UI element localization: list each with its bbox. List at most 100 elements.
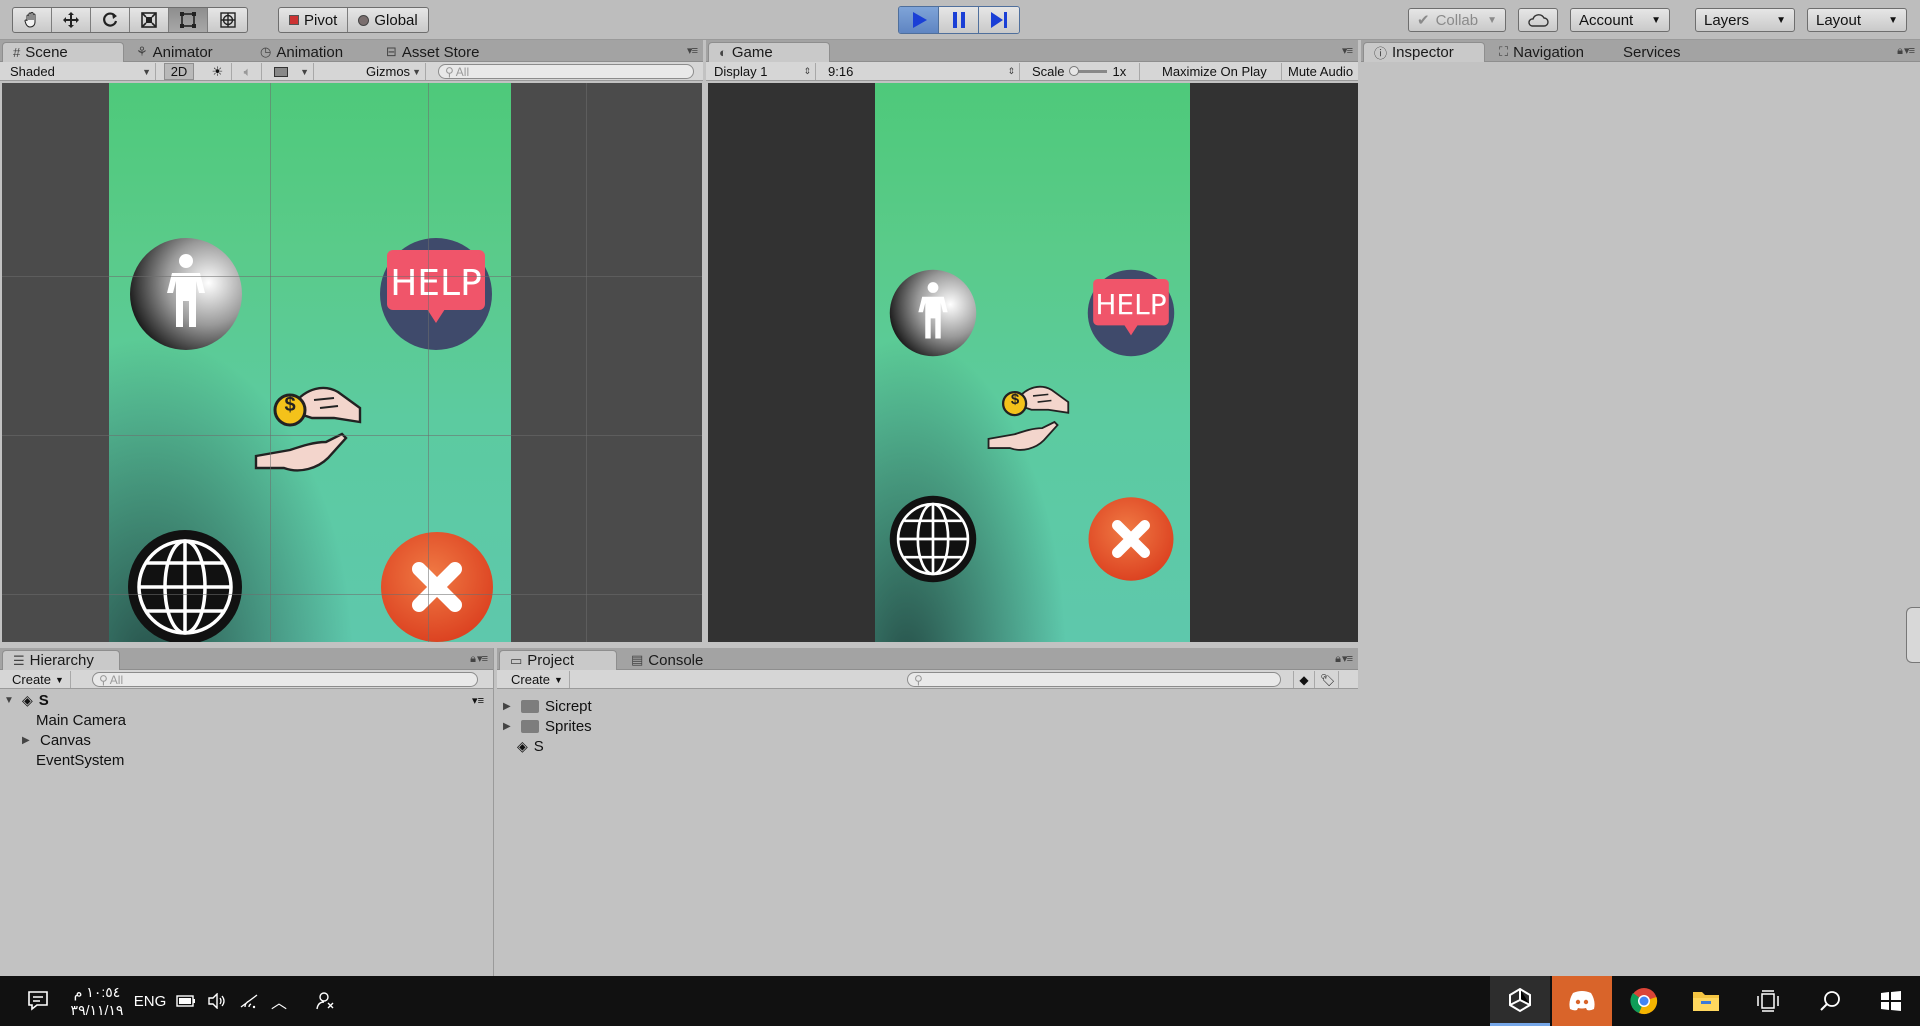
display-dropdown[interactable]: Display 1 ⇕	[710, 63, 816, 80]
transform-tool-button[interactable]	[208, 8, 247, 32]
hierarchy-search-input[interactable]: ⚲ All	[92, 672, 478, 687]
toggle-2d-button[interactable]: 2D	[164, 63, 194, 80]
account-dropdown[interactable]: Account ▼	[1570, 8, 1670, 32]
lock-menu-icon[interactable]: 🔒︎ ▾≡	[470, 652, 488, 666]
notification-icon[interactable]	[18, 976, 58, 1026]
person-icon[interactable]	[129, 237, 243, 351]
expand-triangle-icon[interactable]: ▶	[22, 735, 34, 746]
wifi-icon[interactable]	[236, 976, 262, 1026]
tab-animation[interactable]: ◷ Animation	[250, 42, 353, 62]
pivot-button[interactable]: Pivot	[279, 8, 349, 32]
collab-label: Collab	[1435, 11, 1479, 29]
globe-icon[interactable]	[127, 529, 243, 642]
rect-tool-button[interactable]	[169, 8, 208, 32]
grid-line	[2, 435, 702, 436]
panel-menu-icon[interactable]: ▾≡	[1342, 44, 1353, 57]
expand-triangle-icon[interactable]: ▶	[503, 701, 515, 712]
hierarchy-item-eventsystem[interactable]: EventSystem	[36, 752, 124, 769]
chevron-up-icon[interactable]: ︿	[266, 976, 292, 1026]
expand-triangle-icon[interactable]: ▶	[503, 721, 515, 732]
donate-icon[interactable]: $	[254, 378, 374, 490]
project-item-scene[interactable]: ◈ S	[517, 738, 544, 755]
help-button[interactable]: HELP	[379, 237, 493, 351]
lock-menu-icon[interactable]: 🔒︎ ▾≡	[1335, 652, 1353, 666]
layout-dropdown[interactable]: Layout ▼	[1807, 8, 1907, 32]
expand-triangle-icon[interactable]: ▼	[4, 695, 16, 706]
people-icon[interactable]	[310, 976, 340, 1026]
tab-game[interactable]: ◐ Game	[708, 42, 830, 62]
slider-thumb[interactable]	[1068, 66, 1079, 76]
folder-icon: ▭	[510, 652, 523, 668]
hierarchy-item-canvas[interactable]: ▶ Canvas	[22, 732, 91, 749]
project-item-sicrept[interactable]: ▶ Sicrept	[503, 698, 592, 715]
aspect-dropdown[interactable]: 9:16 ⇕	[824, 63, 1020, 80]
taskbar-explorer-app[interactable]	[1676, 976, 1736, 1026]
scene-lighting-toggle[interactable]: ☀	[204, 63, 232, 80]
scale-slider[interactable]: Scale 1x	[1028, 63, 1140, 80]
project-item-sprites[interactable]: ▶ Sprites	[503, 718, 592, 735]
filter-by-type-button[interactable]: ◆	[1293, 671, 1315, 688]
taskbar-chrome-app[interactable]	[1614, 976, 1674, 1026]
maximize-on-play-toggle[interactable]: Maximize On Play	[1158, 63, 1282, 80]
step-icon	[991, 12, 1007, 28]
grid-line	[270, 83, 271, 642]
collab-button[interactable]: ✔ Collab ▼	[1408, 8, 1506, 32]
task-view-button[interactable]	[1738, 976, 1798, 1026]
move-tool-button[interactable]	[52, 8, 91, 32]
scene-search-input[interactable]: ⚲ All	[438, 64, 694, 79]
hierarchy-scene-label: S	[38, 692, 49, 709]
shading-mode-dropdown[interactable]: Shaded ▼	[6, 63, 156, 80]
scene-view[interactable]: HELP $	[2, 83, 702, 642]
hierarchy-item-main-camera[interactable]: Main Camera	[36, 712, 126, 729]
play-button[interactable]	[899, 7, 939, 33]
filter-by-label-button[interactable]: 🏷︎	[1317, 671, 1339, 688]
row-menu-icon[interactable]: ▾≡	[472, 694, 484, 707]
tab-navigation[interactable]: ⛶ Navigation	[1489, 42, 1594, 62]
layers-dropdown[interactable]: Layers ▼	[1695, 8, 1795, 32]
game-view[interactable]: HELP $	[708, 83, 1358, 642]
global-button[interactable]: Global	[348, 8, 427, 32]
clock-icon: ◷	[260, 44, 272, 59]
project-item-label: Sprites	[545, 718, 592, 735]
rotate-tool-button[interactable]	[91, 8, 130, 32]
close-icon[interactable]	[379, 529, 495, 642]
language-indicator[interactable]: ENG	[132, 976, 168, 1026]
shading-mode-label: Shaded	[10, 64, 55, 79]
tab-inspector[interactable]: ⓘ Inspector	[1363, 42, 1485, 62]
step-button[interactable]	[979, 7, 1019, 33]
help-button[interactable]: HELP	[1087, 269, 1175, 357]
pause-button[interactable]	[939, 7, 979, 33]
tab-asset-store[interactable]: ⊟ Asset Store	[376, 42, 489, 62]
volume-icon[interactable]	[204, 976, 230, 1026]
scene-audio-toggle[interactable]: 🔈︎	[234, 63, 262, 80]
tab-project[interactable]: ▭ Project	[499, 650, 617, 670]
project-search-input[interactable]: ⚲	[907, 672, 1281, 687]
donate-icon[interactable]: $	[987, 379, 1079, 465]
tab-scene[interactable]: # Scene	[2, 42, 124, 62]
taskbar-discord-app[interactable]	[1552, 976, 1612, 1026]
scale-tool-button[interactable]	[130, 8, 169, 32]
search-button[interactable]	[1800, 976, 1860, 1026]
close-icon[interactable]	[1087, 495, 1175, 583]
gizmos-dropdown[interactable]: Gizmos ▼	[362, 63, 426, 80]
clock[interactable]: ١٠:٥٤ م ٣٩/١١/١٩	[62, 976, 132, 1026]
taskbar-unity-app[interactable]	[1490, 976, 1550, 1026]
battery-icon[interactable]	[174, 976, 198, 1026]
tab-console[interactable]: ▤ Console	[621, 650, 713, 670]
tab-hierarchy[interactable]: ☰ Hierarchy	[2, 650, 120, 670]
tab-animator[interactable]: ⚘ Animator	[126, 42, 223, 62]
inspector-edge-handle[interactable]	[1906, 607, 1920, 663]
globe-icon[interactable]	[889, 495, 977, 583]
lock-menu-icon[interactable]: 🔒︎ ▾≡	[1897, 44, 1915, 58]
hierarchy-scene-row[interactable]: ▼ ◈ S ▾≡	[4, 692, 490, 709]
panel-menu-icon[interactable]: ▾≡	[687, 44, 698, 57]
start-button[interactable]	[1862, 976, 1920, 1026]
hierarchy-create-button[interactable]: Create ▼	[6, 671, 71, 688]
hand-tool-button[interactable]	[13, 8, 52, 32]
mute-audio-toggle[interactable]: Mute Audio	[1284, 63, 1358, 80]
person-icon[interactable]	[889, 269, 977, 357]
project-create-button[interactable]: Create ▼	[505, 671, 570, 688]
scene-effects-dropdown[interactable]: ▼	[270, 63, 314, 80]
tab-services[interactable]: Services	[1613, 42, 1691, 62]
cloud-button[interactable]	[1518, 8, 1558, 32]
